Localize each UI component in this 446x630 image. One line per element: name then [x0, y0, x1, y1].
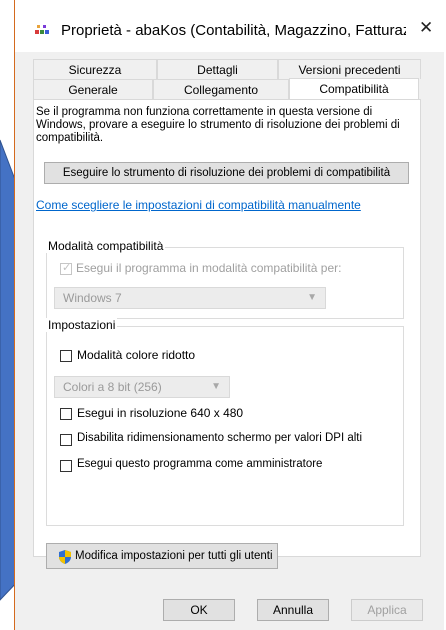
check-icon: ✓ — [62, 262, 72, 274]
compat-mode-checkbox[interactable]: ✓ — [60, 262, 72, 275]
compat-mode-group-label: Modalità compatibilità — [46, 239, 166, 253]
chevron-down-icon: ▼ — [307, 292, 317, 303]
tab-security[interactable]: Sicurezza — [33, 59, 157, 79]
intro-text: Se il programma non funziona correttamen… — [36, 106, 400, 144]
dpi-scaling-label: Disabilita ridimensionamento schermo per… — [77, 432, 363, 444]
dpi-scaling-checkbox[interactable] — [60, 434, 72, 446]
run-as-admin-label: Esegui questo programma come amministrat… — [77, 458, 323, 470]
color-depth-value: Colori a 8 bit (256) — [63, 380, 162, 394]
close-button[interactable]: ✕ — [419, 18, 433, 38]
resolution-checkbox[interactable] — [60, 408, 72, 420]
run-troubleshooter-button[interactable]: Eseguire lo strumento di risoluzione dei… — [44, 162, 409, 184]
cancel-button[interactable]: Annulla — [257, 599, 329, 621]
uac-shield-icon — [59, 550, 71, 564]
color-depth-select[interactable]: Colori a 8 bit (256) ▼ — [54, 376, 230, 398]
ok-button[interactable]: OK — [163, 599, 235, 621]
window-title: Proprietà - abaKos (Contabilità, Magazzi… — [61, 22, 406, 39]
compatibility-panel: Se il programma non funziona correttamen… — [33, 99, 421, 569]
properties-icon — [35, 25, 49, 34]
manual-settings-link[interactable]: Come scegliere le impostazioni di compat… — [36, 198, 361, 212]
tab-general[interactable]: Generale — [33, 79, 153, 99]
reduced-color-label: Modalità colore ridotto — [77, 348, 196, 362]
properties-dialog: Proprietà - abaKos (Contabilità, Magazzi… — [14, 0, 445, 630]
change-all-users-label: Modifica impostazioni per tutti gli uten… — [75, 550, 273, 562]
chevron-down-icon: ▼ — [211, 381, 221, 392]
tab-details[interactable]: Dettagli — [157, 59, 278, 79]
change-all-users-button[interactable]: Modifica impostazioni per tutti gli uten… — [46, 543, 278, 569]
compat-mode-checkbox-label: Esegui il programma in modalità compatib… — [76, 261, 342, 275]
tab-shortcut[interactable]: Collegamento — [153, 79, 289, 99]
os-version-select[interactable]: Windows 7 ▼ — [54, 287, 326, 309]
title-bar: Proprietà - abaKos (Contabilità, Magazzi… — [15, 0, 445, 52]
tab-compatibility[interactable]: Compatibilità — [289, 78, 419, 99]
reduced-color-checkbox[interactable] — [60, 350, 72, 362]
resolution-label: Esegui in risoluzione 640 x 480 — [77, 406, 244, 420]
settings-group-label: Impostazioni — [46, 318, 118, 332]
os-version-value: Windows 7 — [63, 291, 122, 305]
apply-button[interactable]: Applica — [351, 599, 423, 621]
tab-previous-versions[interactable]: Versioni precedenti — [278, 59, 421, 79]
run-as-admin-checkbox[interactable] — [60, 460, 72, 472]
